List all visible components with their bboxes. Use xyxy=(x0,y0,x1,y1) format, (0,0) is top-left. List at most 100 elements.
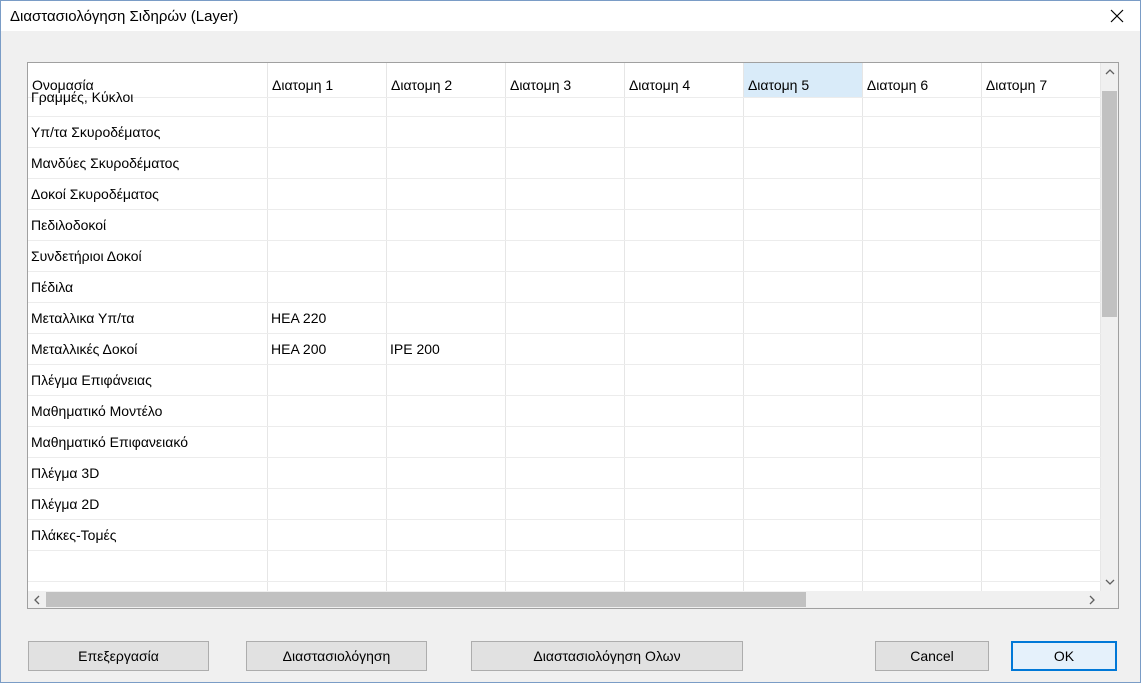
section-cell[interactable] xyxy=(981,519,1101,551)
scroll-down-button[interactable] xyxy=(1101,574,1118,591)
section-cell[interactable] xyxy=(624,209,744,241)
column-header-section-3[interactable]: Διατομη 3 xyxy=(505,63,625,98)
section-cell[interactable] xyxy=(743,488,863,520)
section-cell[interactable] xyxy=(743,550,863,582)
section-cell[interactable] xyxy=(386,116,506,148)
section-cell[interactable] xyxy=(505,97,625,117)
section-cell[interactable] xyxy=(386,147,506,179)
section-cell[interactable] xyxy=(743,116,863,148)
section-cell[interactable] xyxy=(862,147,982,179)
section-cell[interactable] xyxy=(624,457,744,489)
section-cell[interactable] xyxy=(981,581,1101,591)
section-cell[interactable] xyxy=(624,333,744,365)
vertical-scrollbar[interactable] xyxy=(1101,63,1118,591)
section-cell[interactable] xyxy=(505,364,625,396)
section-cell[interactable] xyxy=(505,457,625,489)
section-cell[interactable] xyxy=(743,147,863,179)
section-cell[interactable] xyxy=(981,550,1101,582)
section-cell[interactable] xyxy=(862,426,982,458)
section-cell[interactable] xyxy=(981,333,1101,365)
section-cell[interactable] xyxy=(981,271,1101,303)
section-cell[interactable] xyxy=(505,488,625,520)
section-cell[interactable] xyxy=(981,178,1101,210)
section-cell[interactable] xyxy=(386,271,506,303)
section-cell[interactable] xyxy=(743,581,863,591)
section-cell[interactable] xyxy=(981,488,1101,520)
section-cell[interactable] xyxy=(386,426,506,458)
section-cell[interactable] xyxy=(862,178,982,210)
section-cell[interactable] xyxy=(386,457,506,489)
column-header-section-4[interactable]: Διατομη 4 xyxy=(624,63,744,98)
scroll-up-button[interactable] xyxy=(1101,63,1118,80)
section-cell[interactable] xyxy=(505,302,625,334)
section-cell[interactable]: IPE 200 xyxy=(386,333,506,365)
section-cell[interactable] xyxy=(624,271,744,303)
section-cell[interactable] xyxy=(743,178,863,210)
section-cell[interactable] xyxy=(624,178,744,210)
section-cell[interactable] xyxy=(505,519,625,551)
section-cell[interactable] xyxy=(624,364,744,396)
section-cell[interactable] xyxy=(624,488,744,520)
close-button[interactable] xyxy=(1094,1,1140,31)
section-cell[interactable] xyxy=(743,240,863,272)
section-cell[interactable] xyxy=(743,271,863,303)
section-cell[interactable] xyxy=(505,116,625,148)
section-cell[interactable] xyxy=(624,302,744,334)
ok-button[interactable]: OK xyxy=(1011,641,1117,671)
section-cell[interactable] xyxy=(505,240,625,272)
section-cell[interactable] xyxy=(981,209,1101,241)
column-header-section-7[interactable]: Διατομη 7 xyxy=(981,63,1101,98)
section-cell[interactable] xyxy=(386,550,506,582)
section-cell[interactable] xyxy=(267,581,387,591)
section-cell[interactable] xyxy=(505,333,625,365)
section-cell[interactable] xyxy=(267,271,387,303)
section-cell[interactable] xyxy=(505,395,625,427)
section-cell[interactable] xyxy=(862,240,982,272)
section-cell[interactable] xyxy=(386,581,506,591)
scroll-right-button[interactable] xyxy=(1084,591,1101,608)
section-cell[interactable] xyxy=(267,364,387,396)
section-cell[interactable] xyxy=(981,364,1101,396)
section-cell[interactable] xyxy=(981,97,1101,117)
section-cell[interactable] xyxy=(386,240,506,272)
section-cell[interactable] xyxy=(743,209,863,241)
section-cell[interactable]: HEA 220 xyxy=(267,302,387,334)
section-cell[interactable] xyxy=(743,97,863,117)
section-cell[interactable] xyxy=(624,519,744,551)
section-cell[interactable] xyxy=(981,426,1101,458)
section-cell[interactable] xyxy=(862,364,982,396)
section-cell[interactable] xyxy=(862,302,982,334)
section-cell[interactable] xyxy=(267,488,387,520)
section-cell[interactable] xyxy=(505,178,625,210)
section-cell[interactable] xyxy=(862,333,982,365)
section-cell[interactable] xyxy=(624,581,744,591)
dimension-button[interactable]: Διαστασιολόγηση xyxy=(246,641,427,671)
section-cell[interactable] xyxy=(862,271,982,303)
section-cell[interactable] xyxy=(862,209,982,241)
section-cell[interactable] xyxy=(743,364,863,396)
section-cell[interactable] xyxy=(624,395,744,427)
section-cell[interactable] xyxy=(981,240,1101,272)
section-cell[interactable] xyxy=(624,116,744,148)
section-cell[interactable] xyxy=(267,147,387,179)
section-cell[interactable] xyxy=(267,457,387,489)
section-cell[interactable] xyxy=(505,581,625,591)
section-cell[interactable] xyxy=(386,364,506,396)
section-cell[interactable] xyxy=(862,581,982,591)
section-cell[interactable] xyxy=(267,240,387,272)
edit-button[interactable]: Επεξεργασία xyxy=(28,641,209,671)
section-cell[interactable] xyxy=(267,97,387,117)
section-cell[interactable] xyxy=(862,116,982,148)
section-cell[interactable] xyxy=(624,426,744,458)
section-cell[interactable] xyxy=(743,302,863,334)
section-cell[interactable] xyxy=(505,550,625,582)
section-cell[interactable] xyxy=(267,395,387,427)
horizontal-scroll-thumb[interactable] xyxy=(46,592,806,607)
section-cell[interactable] xyxy=(267,550,387,582)
section-cell[interactable]: HEA 200 xyxy=(267,333,387,365)
section-cell[interactable] xyxy=(505,271,625,303)
section-cell[interactable] xyxy=(862,550,982,582)
horizontal-scrollbar[interactable] xyxy=(28,591,1101,608)
column-header-section-2[interactable]: Διατομη 2 xyxy=(386,63,506,98)
section-cell[interactable] xyxy=(981,302,1101,334)
